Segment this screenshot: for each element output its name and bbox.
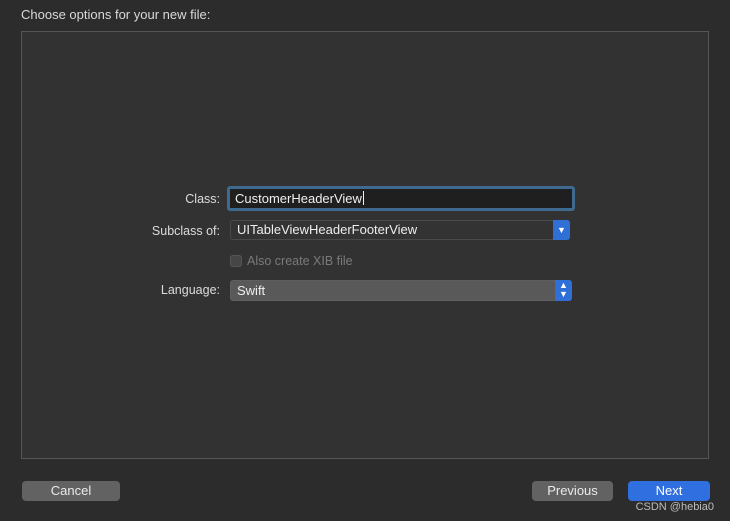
language-value: Swift (237, 283, 266, 298)
class-name-input[interactable]: CustomerHeaderView (227, 186, 575, 211)
xib-checkbox (230, 255, 242, 267)
subclass-label: Subclass of: (151, 224, 220, 238)
subclass-value: UITableViewHeaderFooterView (237, 222, 418, 237)
next-button[interactable]: Next (628, 481, 710, 501)
xib-checkbox-label: Also create XIB file (247, 254, 353, 268)
cancel-button[interactable]: Cancel (22, 481, 120, 501)
text-caret (362, 191, 364, 205)
chevron-down-icon[interactable]: ▼ (553, 220, 570, 240)
new-file-options-window: Choose options for your new file: Class:… (0, 0, 730, 521)
previous-button[interactable]: Previous (532, 481, 613, 501)
xib-checkbox-row: Also create XIB file (230, 254, 353, 268)
subclass-combo[interactable]: UITableViewHeaderFooterView ▼ (230, 220, 570, 240)
window-heading: Choose options for your new file: (21, 7, 211, 22)
language-label: Language: (160, 283, 220, 297)
class-label: Class: (185, 192, 220, 206)
watermark-text: CSDN @hebia0 (635, 501, 714, 513)
options-panel: Class: CustomerHeaderView Subclass of: U… (21, 31, 709, 459)
language-popup[interactable]: Swift ▲ ▼ (230, 280, 572, 301)
updown-chevron-icon[interactable]: ▲ ▼ (555, 280, 572, 301)
class-name-value: CustomerHeaderView (235, 191, 362, 206)
